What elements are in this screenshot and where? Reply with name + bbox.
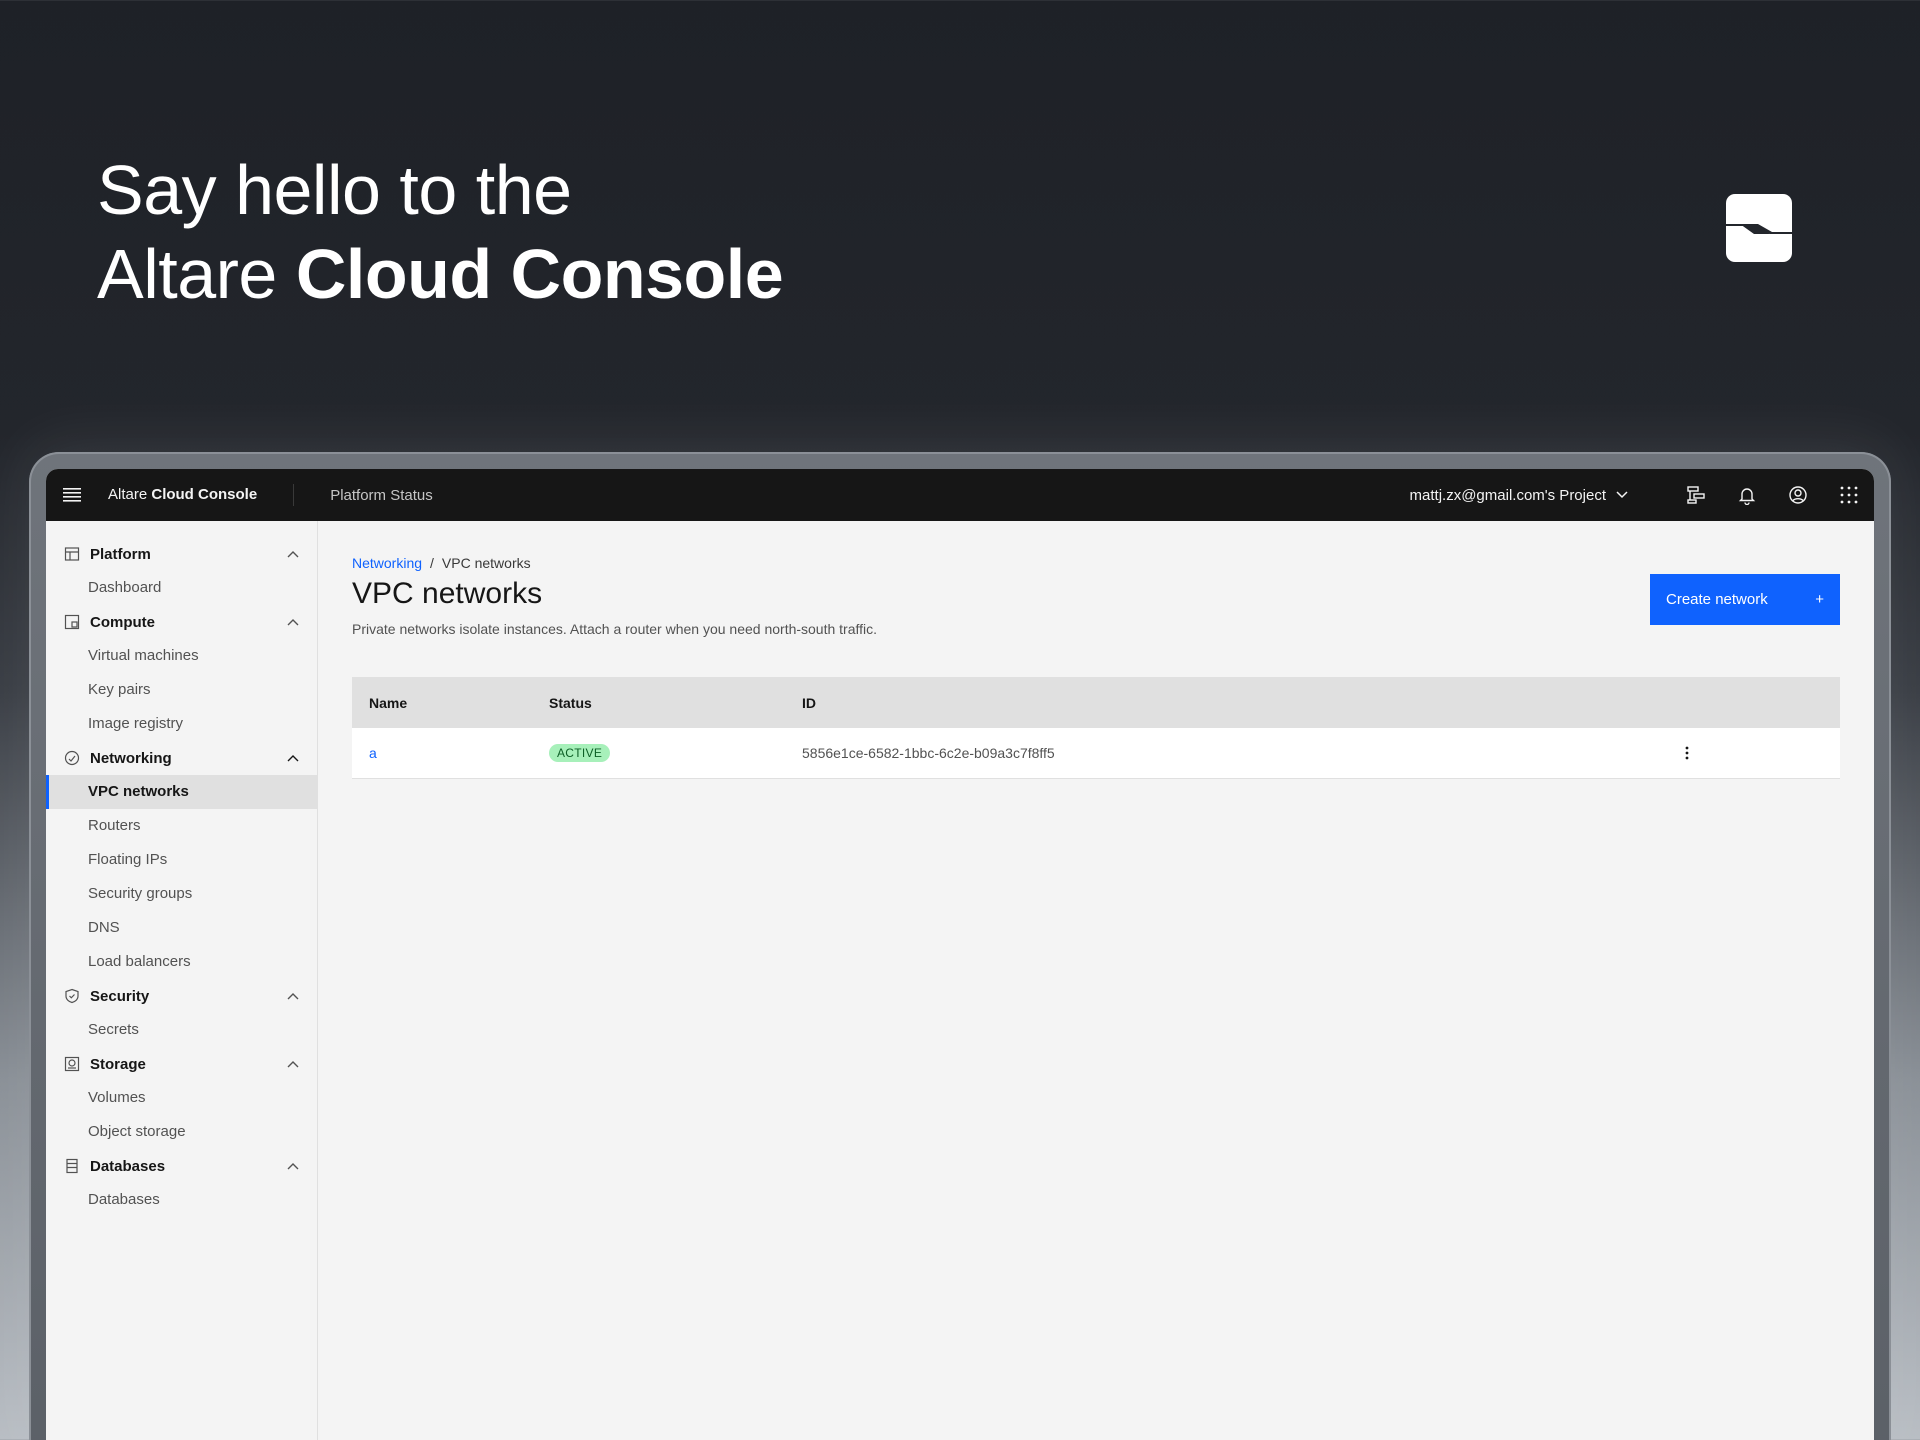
hero-line-2-bold: Cloud Console — [295, 235, 784, 313]
sidebar-group-label: Compute — [90, 613, 155, 631]
brand-regular: Altare — [108, 486, 152, 503]
compute-icon — [64, 614, 80, 630]
hero-title: Say hello to the Altare Cloud Console — [97, 148, 784, 316]
column-header-id[interactable]: ID — [802, 695, 1685, 711]
sidebar-item-volumes[interactable]: Volumes — [46, 1081, 317, 1115]
network-id: 5856e1ce-6582-1bbc-6c2e-b09a3c7f8ff5 — [802, 745, 1055, 761]
sidebar-group-databases[interactable]: Databases — [46, 1149, 317, 1183]
project-name: mattj.zx@gmail.com's Project — [1409, 486, 1606, 504]
create-network-button[interactable]: Create network + — [1650, 574, 1840, 625]
page-title: VPC networks — [352, 577, 543, 610]
platform-status-link[interactable]: Platform Status — [294, 487, 433, 504]
sidebar-group-platform[interactable]: Platform — [46, 537, 317, 571]
sidebar-item-virtual-machines[interactable]: Virtual machines — [46, 639, 317, 673]
chevron-up-icon — [287, 1163, 299, 1170]
hero-line-2-regular: Altare — [97, 235, 296, 313]
chevron-up-icon — [287, 755, 299, 762]
network-name-link[interactable]: a — [369, 745, 377, 761]
databases-icon — [64, 1158, 80, 1174]
sidebar-item-routers[interactable]: Routers — [46, 809, 317, 843]
security-icon — [64, 988, 80, 1004]
sidebar-item-floating-ips[interactable]: Floating IPs — [46, 843, 317, 877]
column-header-status[interactable]: Status — [549, 695, 802, 711]
sidebar-group-security[interactable]: Security — [46, 979, 317, 1013]
sidebar-group-storage[interactable]: Storage — [46, 1047, 317, 1081]
platform-icon — [64, 546, 80, 562]
hero-line-2: Altare Cloud Console — [97, 232, 784, 316]
sidebar-group-label: Databases — [90, 1157, 166, 1175]
sidebar-group-label: Platform — [90, 545, 151, 563]
status-badge: ACTIVE — [549, 744, 611, 762]
sidebar-item-databases[interactable]: Databases — [46, 1183, 317, 1217]
plus-icon: + — [1815, 591, 1824, 608]
menu-icon[interactable] — [46, 469, 98, 521]
chevron-down-icon — [1616, 491, 1628, 499]
breadcrumb-link-networking[interactable]: Networking — [352, 555, 422, 571]
console-window: Altare Cloud Console Platform Status mat… — [46, 469, 1874, 1440]
sidebar-item-vpc-networks[interactable]: VPC networks — [46, 775, 317, 809]
chevron-up-icon — [287, 551, 299, 558]
breadcrumb-separator: / — [430, 555, 434, 571]
create-network-label: Create network — [1666, 591, 1768, 608]
sidebar-group-label: Security — [90, 987, 150, 1005]
sidebar-item-image-registry[interactable]: Image registry — [46, 707, 317, 741]
networking-icon — [64, 750, 80, 766]
notification-bell-icon[interactable] — [1721, 469, 1772, 521]
sidebar-item-dns[interactable]: DNS — [46, 911, 317, 945]
project-switcher[interactable]: mattj.zx@gmail.com's Project — [1410, 487, 1628, 504]
page-description: Private networks isolate instances. Atta… — [352, 621, 878, 637]
workflow-icon[interactable] — [1670, 469, 1721, 521]
sidebar-group-networking[interactable]: Networking — [46, 741, 317, 775]
sidebar-group-label: Storage — [90, 1055, 146, 1073]
breadcrumb-current: VPC networks — [441, 555, 531, 571]
app-brand[interactable]: Altare Cloud Console — [98, 484, 295, 506]
sidebar: Platform Dashboard Compute Virtual machi… — [46, 521, 318, 1440]
chevron-up-icon — [287, 993, 299, 1000]
sidebar-item-object-storage[interactable]: Object storage — [46, 1115, 317, 1149]
breadcrumb: Networking / VPC networks — [352, 555, 531, 571]
chevron-up-icon — [287, 1061, 299, 1068]
app-switcher-icon[interactable] — [1823, 469, 1874, 521]
sidebar-item-load-balancers[interactable]: Load balancers — [46, 945, 317, 979]
sidebar-item-security-groups[interactable]: Security groups — [46, 877, 317, 911]
sidebar-item-key-pairs[interactable]: Key pairs — [46, 673, 317, 707]
sidebar-group-compute[interactable]: Compute — [46, 605, 317, 639]
sidebar-item-secrets[interactable]: Secrets — [46, 1013, 317, 1047]
sidebar-item-dashboard[interactable]: Dashboard — [46, 571, 317, 605]
brand-bold: Cloud Console — [151, 486, 258, 503]
sidebar-group-label: Networking — [90, 749, 172, 767]
table-header: Name Status ID — [352, 677, 1840, 728]
column-header-name[interactable]: Name — [352, 695, 549, 711]
user-avatar-icon[interactable] — [1772, 469, 1823, 521]
main-content: Networking / VPC networks VPC networks Pri… — [318, 521, 1874, 1440]
table-row: a ACTIVE 5856e1ce-6582-1bbc-6c2e-b09a3c7… — [352, 728, 1840, 779]
brand-logo-icon — [1726, 194, 1792, 262]
top-bar: Altare Cloud Console Platform Status mat… — [46, 469, 1874, 521]
chevron-up-icon — [287, 619, 299, 626]
storage-icon — [64, 1056, 80, 1072]
vpc-networks-table: Name Status ID a ACTIVE 5856e1ce-6582-1b… — [352, 677, 1840, 779]
overflow-menu-icon[interactable] — [1685, 746, 1689, 760]
hero-line-1: Say hello to the — [97, 151, 572, 229]
